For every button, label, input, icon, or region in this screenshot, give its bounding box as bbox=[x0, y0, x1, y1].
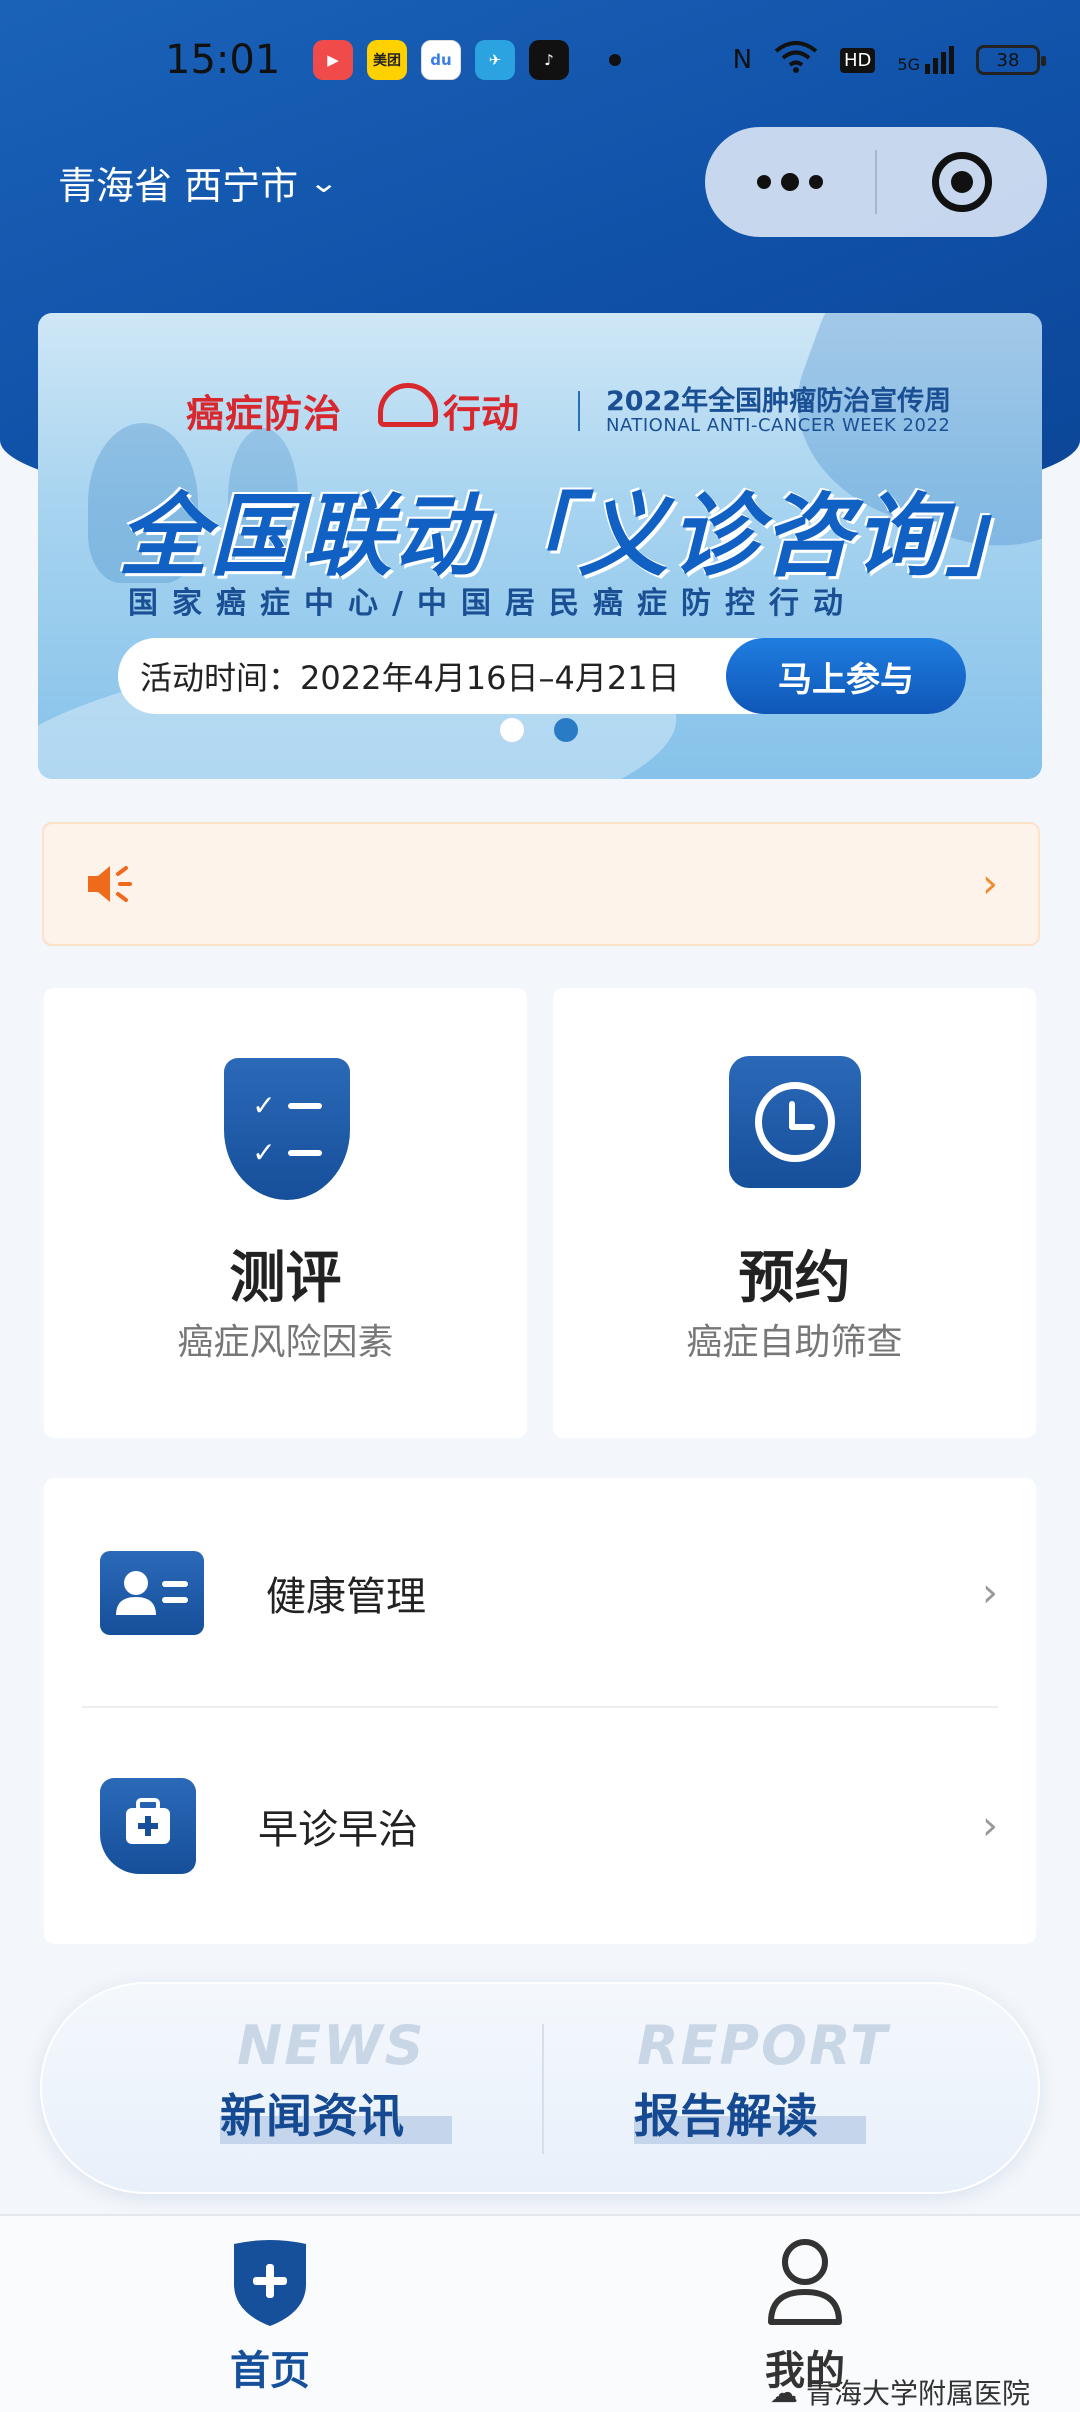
news-en-label: NEWS bbox=[237, 2014, 426, 2077]
status-app-icons: ▶ 美团 du ✈ ♪ bbox=[313, 40, 569, 80]
nfc-icon: N bbox=[732, 45, 753, 75]
watermark-text: 青海大学附属医院 bbox=[806, 2377, 1031, 2410]
location-label: 青海省 西宁市 bbox=[58, 164, 299, 208]
wechat-icon: ☁ bbox=[770, 2375, 798, 2409]
tab-home[interactable]: 首页 bbox=[170, 2236, 370, 2406]
wechat-watermark: ☁ 青海大学附属医院 bbox=[770, 2372, 1030, 2412]
baidu-app-icon: du bbox=[421, 40, 461, 80]
target-icon bbox=[932, 152, 992, 212]
chevron-right-icon: › bbox=[982, 861, 998, 907]
banner-headline: 全国联动「义诊咨询」 bbox=[118, 484, 1038, 589]
telegram-app-icon: ✈ bbox=[475, 40, 515, 80]
shield-checklist-icon: ✓ ✓ bbox=[224, 1058, 350, 1200]
banner-subtitle: 国家癌症中心/中国居民癌症防控行动 bbox=[128, 586, 857, 621]
news-button[interactable]: NEWS 新闻资讯 bbox=[42, 1984, 542, 2196]
user-icon bbox=[768, 2239, 842, 2325]
banner-logo-text: 癌症防治 bbox=[186, 392, 343, 436]
video-app-icon: ▶ bbox=[313, 40, 353, 80]
battery-icon: 38 bbox=[976, 45, 1046, 75]
assessment-card[interactable]: ✓ ✓ 测评 癌症风险因素 bbox=[44, 988, 527, 1438]
status-bar: 15:01 ▶ 美团 du ✈ ♪ N HD 5G 38 bbox=[0, 0, 1080, 120]
chevron-right-icon: › bbox=[982, 1803, 998, 1849]
notification-dot-icon bbox=[609, 54, 621, 66]
banner-logo-text-2: 行动 bbox=[443, 392, 520, 436]
join-now-button[interactable]: 马上参与 bbox=[726, 638, 966, 714]
wifi-icon bbox=[774, 40, 818, 80]
signal-icon: 5G bbox=[897, 46, 954, 74]
status-time: 15:01 bbox=[165, 37, 281, 83]
news-label: 新闻资讯 bbox=[220, 2089, 404, 2143]
location-selector[interactable]: 青海省 西宁市 ⌄ bbox=[58, 155, 339, 210]
banner-logo-mark-icon bbox=[378, 383, 438, 427]
list-item-early-diagnosis[interactable]: 早诊早治 › bbox=[44, 1716, 1036, 1936]
service-list: 健康管理 › 早诊早治 › bbox=[44, 1478, 1036, 1944]
banner-week-title: 2022年全国肿瘤防治宣传周 bbox=[606, 386, 952, 417]
report-button[interactable]: REPORT 报告解读 bbox=[542, 1984, 1042, 2196]
assessment-title: 测评 bbox=[229, 1246, 342, 1311]
list-item-health-management[interactable]: 健康管理 › bbox=[44, 1483, 1036, 1703]
id-card-icon bbox=[100, 1551, 204, 1635]
list-divider bbox=[82, 1706, 998, 1708]
appointment-card[interactable]: 预约 癌症自助筛查 bbox=[553, 988, 1036, 1438]
tiktok-app-icon: ♪ bbox=[529, 40, 569, 80]
chevron-right-icon: › bbox=[982, 1570, 998, 1616]
meituan-app-icon: 美团 bbox=[367, 40, 407, 80]
miniprogram-capsule bbox=[705, 127, 1047, 237]
hd-icon: HD bbox=[840, 47, 876, 73]
carousel-indicator bbox=[500, 718, 578, 742]
notice-bar[interactable]: › bbox=[42, 822, 1040, 946]
clock-icon bbox=[729, 1056, 861, 1188]
more-menu-button[interactable] bbox=[705, 173, 875, 191]
banner-date-pill: 活动时间：2022年4月16日–4月21日 马上参与 bbox=[118, 638, 966, 714]
assessment-subtitle: 癌症风险因素 bbox=[177, 1322, 394, 1363]
early-diagnosis-label: 早诊早治 bbox=[258, 1807, 418, 1853]
chevron-down-icon: ⌄ bbox=[308, 166, 340, 199]
close-miniprogram-button[interactable] bbox=[877, 152, 1047, 212]
tab-home-label: 首页 bbox=[230, 2348, 310, 2394]
network-type: 5G bbox=[897, 55, 920, 74]
banner-divider bbox=[578, 391, 580, 431]
promo-banner[interactable]: 癌症防治 行动 2022年全国肿瘤防治宣传周 NATIONAL ANTI-CAN… bbox=[38, 313, 1042, 779]
medical-kit-icon bbox=[100, 1778, 196, 1874]
carousel-dot-active[interactable] bbox=[554, 718, 578, 742]
report-en-label: REPORT bbox=[637, 2014, 889, 2077]
report-label: 报告解读 bbox=[634, 2089, 818, 2143]
health-management-label: 健康管理 bbox=[266, 1574, 426, 1620]
news-report-bar: NEWS 新闻资讯 REPORT 报告解读 bbox=[40, 1982, 1040, 2194]
appointment-title: 预约 bbox=[738, 1246, 851, 1311]
banner-date: 活动时间：2022年4月16日–4月21日 bbox=[140, 659, 680, 697]
carousel-dot[interactable] bbox=[500, 718, 524, 742]
appointment-subtitle: 癌症自助筛查 bbox=[686, 1322, 903, 1363]
battery-level: 38 bbox=[996, 49, 1020, 71]
shield-plus-icon bbox=[234, 2240, 306, 2326]
speaker-icon bbox=[84, 862, 138, 906]
banner-week-subtitle: NATIONAL ANTI-CANCER WEEK 2022 bbox=[606, 415, 951, 436]
